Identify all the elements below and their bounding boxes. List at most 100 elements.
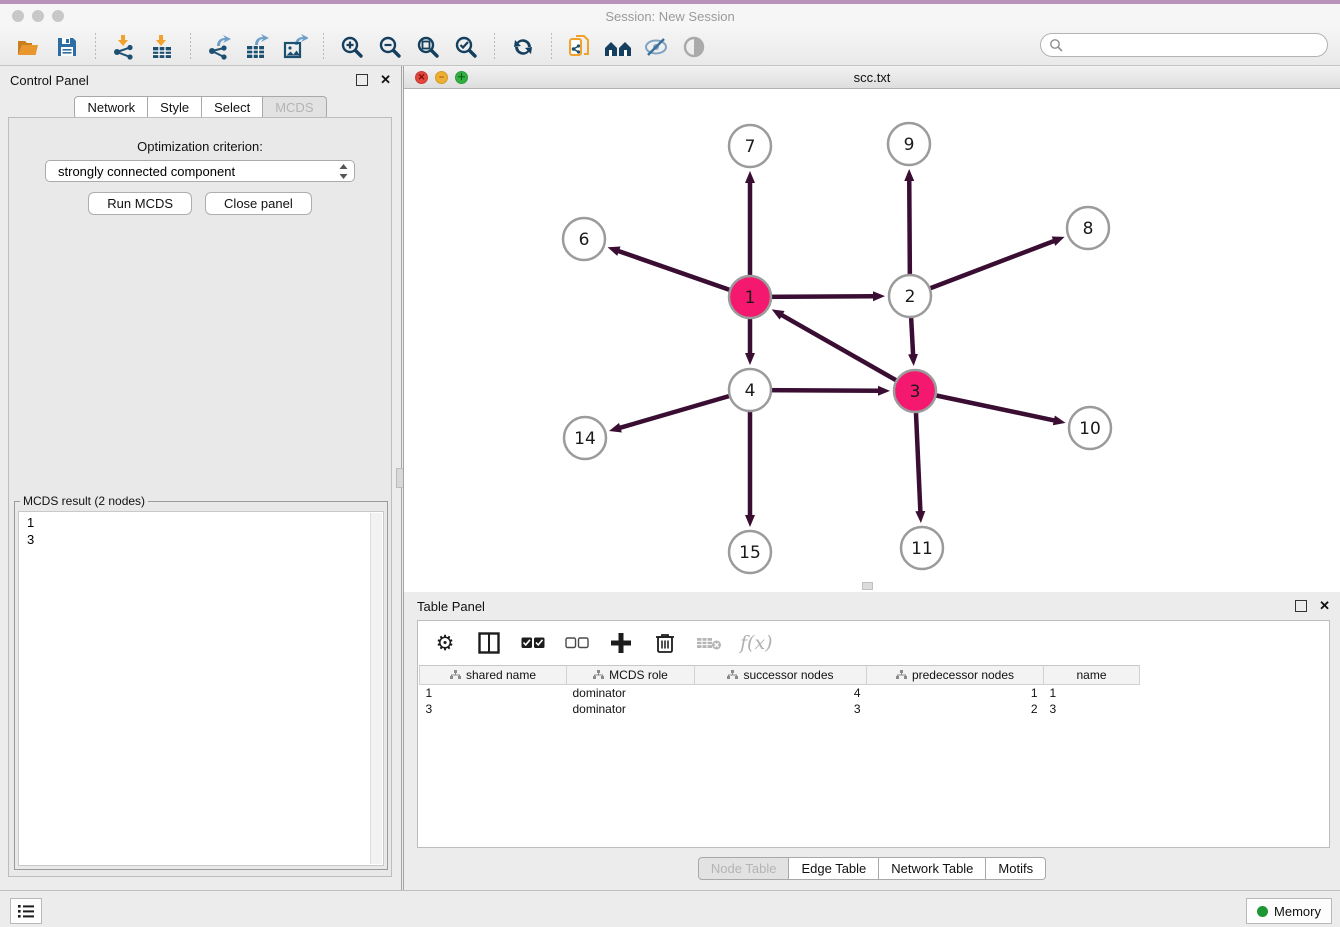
save-session-icon[interactable]: [52, 32, 82, 62]
criterion-select[interactable]: strongly connected component: [45, 160, 355, 182]
function-builder-icon[interactable]: f(x): [740, 630, 773, 656]
tab-network-table[interactable]: Network Table: [879, 857, 986, 880]
hide-graphics-details-icon[interactable]: [641, 32, 671, 62]
new-network-from-selection-icon[interactable]: [565, 32, 595, 62]
tab-node-table[interactable]: Node Table: [698, 857, 790, 880]
mcds-result-title: MCDS result (2 nodes): [20, 494, 148, 508]
table-panel-title: Table Panel: [417, 599, 485, 614]
float-panel-icon[interactable]: [356, 74, 368, 86]
node-label-7: 7: [745, 137, 756, 157]
search-icon: [1049, 38, 1064, 53]
tab-network[interactable]: Network: [74, 96, 148, 119]
mcds-tab-content: Optimization criterion: strongly connect…: [8, 117, 392, 877]
column-header-name[interactable]: name: [1044, 666, 1140, 685]
run-mcds-button[interactable]: Run MCDS: [88, 192, 192, 215]
table-cell[interactable]: 3: [1044, 701, 1140, 717]
node-label-3: 3: [910, 382, 921, 402]
table-cell[interactable]: 3: [695, 701, 867, 717]
status-bar: Memory: [0, 890, 1340, 927]
tab-motifs[interactable]: Motifs: [986, 857, 1046, 880]
column-chooser-icon[interactable]: [476, 630, 502, 656]
control-panel-title: Control Panel: [10, 73, 89, 88]
network-table-splitter-handle[interactable]: [862, 582, 873, 590]
mcds-result-line: 1: [27, 514, 383, 531]
table-settings-icon[interactable]: ⚙: [432, 630, 458, 656]
open-session-icon[interactable]: [14, 32, 44, 62]
table-cell[interactable]: 4: [695, 685, 867, 702]
control-panel-tabs: Network Style Select MCDS: [0, 96, 401, 119]
table-panel-tabs: Node Table Edge Table Network Table Moti…: [404, 857, 1340, 880]
tab-mcds[interactable]: MCDS: [263, 96, 326, 119]
result-scrollbar[interactable]: [370, 513, 382, 864]
memory-status-icon: [1257, 906, 1268, 917]
float-table-panel-icon[interactable]: [1295, 600, 1307, 612]
zoom-selected-icon[interactable]: [451, 32, 481, 62]
control-panel: Control Panel ✕ Network Style Select MCD…: [0, 66, 402, 890]
search-input[interactable]: [1068, 37, 1327, 53]
mcds-result-list[interactable]: 13: [18, 511, 384, 866]
toolbar-separator: [95, 33, 96, 61]
memory-label: Memory: [1274, 904, 1321, 919]
table-cell[interactable]: 1: [420, 685, 567, 702]
delete-table-icon[interactable]: [696, 630, 722, 656]
node-label-1: 1: [745, 288, 756, 308]
select-stepper-icon: [339, 164, 348, 182]
column-header-shared-name[interactable]: shared name: [420, 666, 567, 685]
toolbar-separator: [494, 33, 495, 61]
node-label-6: 6: [579, 230, 590, 250]
deselect-all-rows-icon[interactable]: [564, 630, 590, 656]
node-label-9: 9: [904, 135, 915, 155]
control-panel-header: Control Panel ✕: [0, 66, 401, 94]
edge-3-1[interactable]: [781, 315, 915, 391]
table-row[interactable]: 1dominator411: [420, 685, 1140, 702]
zoom-in-icon[interactable]: [337, 32, 367, 62]
tab-select[interactable]: Select: [202, 96, 263, 119]
network-view-title: scc.txt: [404, 70, 1340, 85]
close-panel-button[interactable]: Close panel: [205, 192, 312, 215]
toolbar-separator: [323, 33, 324, 61]
table-cell[interactable]: 2: [867, 701, 1044, 717]
node-label-10: 10: [1079, 419, 1101, 439]
tab-edge-table[interactable]: Edge Table: [789, 857, 879, 880]
add-column-icon[interactable]: [608, 630, 634, 656]
network-canvas[interactable]: 7968124314101511: [404, 88, 1340, 592]
zoom-out-icon[interactable]: [375, 32, 405, 62]
table-cell[interactable]: 3: [420, 701, 567, 717]
column-header-successor-nodes[interactable]: successor nodes: [695, 666, 867, 685]
import-network-icon[interactable]: [109, 32, 139, 62]
table-header-row[interactable]: shared nameMCDS rolesuccessor nodesprede…: [420, 666, 1140, 685]
edge-2-8[interactable]: [910, 241, 1054, 296]
table-cell[interactable]: 1: [867, 685, 1044, 702]
export-network-icon[interactable]: [204, 32, 234, 62]
mcds-result-group: MCDS result (2 nodes) 13: [14, 494, 388, 870]
search-field[interactable]: [1040, 33, 1328, 57]
memory-button[interactable]: Memory: [1246, 898, 1332, 924]
node-label-8: 8: [1083, 219, 1094, 239]
task-history-button[interactable]: [10, 898, 42, 924]
node-label-15: 15: [739, 543, 761, 563]
delete-column-icon[interactable]: [652, 630, 678, 656]
table-cell[interactable]: 1: [1044, 685, 1140, 702]
table-cell[interactable]: dominator: [567, 701, 695, 717]
select-all-rows-icon[interactable]: [520, 630, 546, 656]
column-header-MCDS-role[interactable]: MCDS role: [567, 666, 695, 685]
toolbar-separator: [190, 33, 191, 61]
zoom-fit-icon[interactable]: [413, 32, 443, 62]
node-table: shared nameMCDS rolesuccessor nodesprede…: [419, 665, 1140, 717]
import-table-icon[interactable]: [147, 32, 177, 62]
close-panel-icon[interactable]: ✕: [380, 72, 391, 88]
table-panel: Table Panel ✕ ⚙ f(x): [403, 592, 1340, 890]
refresh-icon[interactable]: [508, 32, 538, 62]
export-table-icon[interactable]: [242, 32, 272, 62]
table-row[interactable]: 3dominator323: [420, 701, 1140, 717]
optimization-criterion-label: Optimization criterion:: [9, 139, 391, 154]
network-view-titlebar: ✕ − ＋ scc.txt: [404, 66, 1340, 89]
table-cell[interactable]: dominator: [567, 685, 695, 702]
export-image-icon[interactable]: [280, 32, 310, 62]
first-neighbors-icon[interactable]: [603, 32, 633, 62]
tab-style[interactable]: Style: [148, 96, 202, 119]
node-label-4: 4: [745, 381, 756, 401]
close-table-panel-icon[interactable]: ✕: [1319, 598, 1330, 614]
show-graphics-details-icon[interactable]: [679, 32, 709, 62]
column-header-predecessor-nodes[interactable]: predecessor nodes: [867, 666, 1044, 685]
